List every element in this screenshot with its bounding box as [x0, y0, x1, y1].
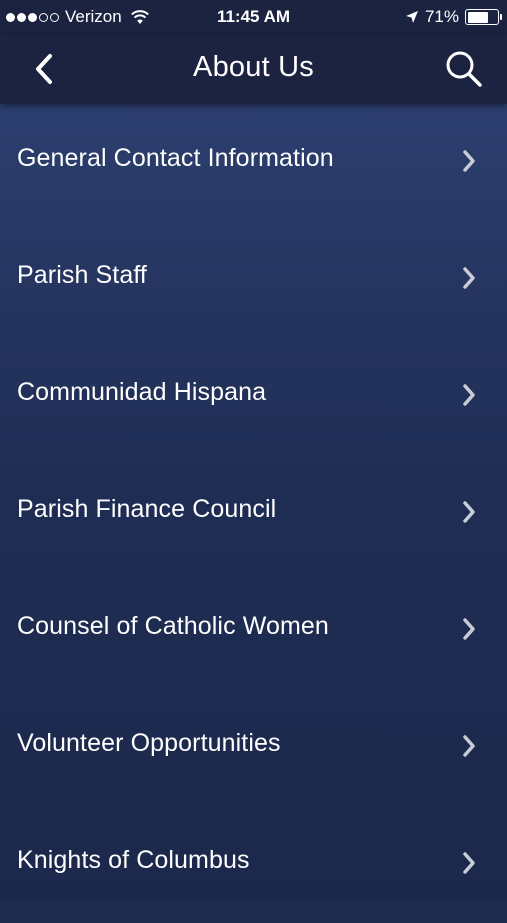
battery-level [467, 11, 489, 23]
navigation-bar: About Us [0, 34, 507, 104]
chevron-right-icon [463, 735, 475, 757]
search-icon [446, 51, 482, 87]
menu-item-label: Knights of Columbus [17, 846, 250, 874]
menu-item-label: Parish Staff [17, 261, 147, 289]
menu-item-general-contact-information[interactable]: General Contact Information [0, 104, 507, 221]
chevron-right-icon [463, 384, 475, 406]
chevron-right-icon [463, 618, 475, 640]
menu-item-label: General Contact Information [17, 144, 334, 172]
battery-icon [465, 9, 502, 25]
chevron-right-icon [463, 267, 475, 289]
page-title: About Us [193, 51, 314, 83]
menu-item-label: Volunteer Opportunities [17, 729, 281, 757]
battery-percent: 71% [424, 7, 459, 26]
menu-item-knights-of-columbus[interactable]: Knights of Columbus [0, 806, 507, 923]
menu-item-label: Counsel of Catholic Women [17, 612, 329, 640]
menu-item-label: Parish Finance Council [17, 495, 277, 523]
status-bar: Verizon 11:45 AM 71% [0, 0, 507, 34]
search-button[interactable] [441, 46, 487, 92]
chevron-right-icon [463, 852, 475, 874]
menu-item-counsel-of-catholic-women[interactable]: Counsel of Catholic Women [0, 572, 507, 689]
menu-item-communidad-hispana[interactable]: Communidad Hispana [0, 338, 507, 455]
location-arrow-icon [405, 11, 418, 23]
menu-item-label: Communidad Hispana [17, 378, 267, 406]
menu-item-volunteer-opportunities[interactable]: Volunteer Opportunities [0, 689, 507, 806]
status-right: 71% [405, 7, 502, 27]
menu-item-parish-finance-council[interactable]: Parish Finance Council [0, 455, 507, 572]
menu-item-parish-staff[interactable]: Parish Staff [0, 221, 507, 338]
chevron-right-icon [463, 150, 475, 172]
chevron-right-icon [463, 501, 475, 523]
about-us-menu: General Contact Information Parish Staff… [0, 104, 507, 900]
